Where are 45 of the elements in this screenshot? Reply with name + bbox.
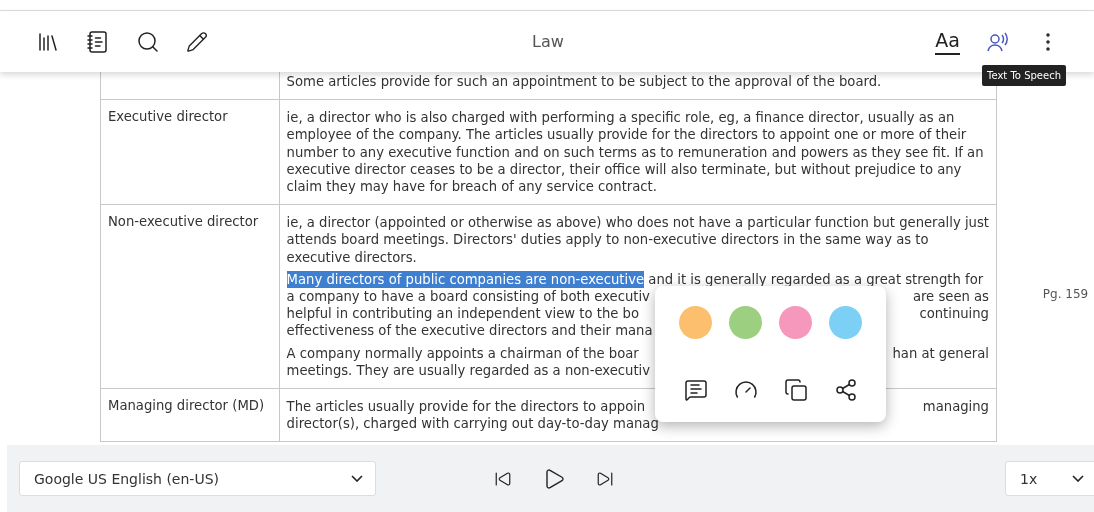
voice-select[interactable]: Google US English (en-US) (19, 461, 376, 496)
chevron-down-icon (351, 475, 363, 482)
highlight-color-option[interactable] (729, 305, 762, 339)
paragraph-line: ie, a director who is also charged with performing a specific role, eg, a finance director, usually as an (286, 109, 955, 127)
paragraph-line: A company normally appoints a chairman of the boar (286, 344, 639, 362)
paragraph-line: ie, a director (appointed or otherwise as above) who does not have a particular function but generally just (286, 214, 989, 232)
paragraph-line: employee of the company. The articles usually provide for the directors to appoint one or more of their (286, 126, 967, 144)
paragraph-line: attends board meetings. Directors' duties apply to non-executive directors in the same way as to (286, 231, 929, 249)
skip-forward-icon[interactable] (596, 469, 614, 488)
share-icon[interactable] (833, 378, 858, 403)
paragraph-line: continuing (919, 305, 989, 323)
paragraph-line: managing (922, 398, 989, 416)
term-cell: Managing director (MD) (100, 388, 280, 442)
contents-icon[interactable] (86, 29, 110, 54)
highlight-color-option[interactable] (679, 305, 712, 339)
chevron-down-icon (1072, 475, 1084, 482)
paragraph-line: claim they may have for breach of any service contract. (286, 178, 657, 196)
paragraph-line: director(s), charged with carrying out day-to-day manag (286, 415, 659, 433)
paragraph-line: The articles usually provide for the directors to appoin (286, 398, 646, 416)
paragraph-line: Some articles provide for such an appointment to be subject to the approval of the board. (286, 73, 882, 91)
paragraph-line: and it is generally regarded as a great strength for (647, 270, 984, 289)
term-cell: Executive director (100, 99, 280, 205)
paragraph-line: effectiveness of the executive directors and their mana (286, 322, 653, 340)
paragraph-line: executive director ceases to be a director, their office will also terminate, but without prejudice to any (286, 160, 962, 178)
paragraph-line: are seen as (912, 288, 989, 306)
highlighted-text: Many directors of public companies are non-executive (286, 270, 645, 289)
term-cell: Non-executive director (100, 204, 280, 389)
paragraph-line: number to any executive function and on such terms as to remuneration and powers as they see fit. If an (286, 143, 984, 161)
skip-back-icon[interactable] (494, 469, 512, 488)
page-number: Pg. 159 (1042, 286, 1089, 301)
paragraph-line: a company to have a board consisting of both executiv (286, 288, 650, 306)
highlight-color-option[interactable] (779, 305, 812, 339)
pencil-icon[interactable] (186, 30, 208, 53)
speed-select[interactable]: 1x (1005, 461, 1094, 496)
paragraph-line: han at general (892, 344, 989, 362)
tooltip: Text To Speech (982, 64, 1066, 86)
search-icon[interactable] (136, 29, 160, 54)
book-title: Law (531, 32, 565, 51)
paragraph-line: helpful in contributing an independent view to the bo (286, 305, 640, 323)
copy-icon[interactable] (783, 378, 808, 403)
font-settings-button[interactable]: Aa (935, 28, 960, 55)
comment-icon[interactable] (683, 378, 708, 403)
paragraph-line: meetings. They are usually regarded as a non-executiv (286, 361, 651, 380)
highlight-color-option[interactable] (829, 305, 862, 339)
paragraph-line: executive directors. (286, 248, 417, 266)
